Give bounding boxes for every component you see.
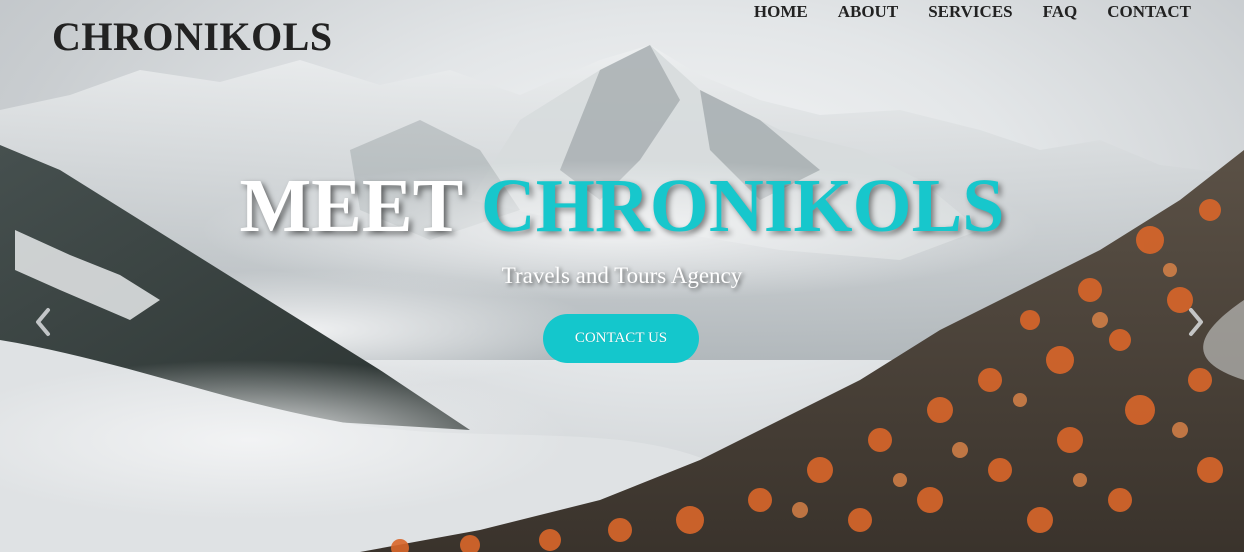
main-nav: HOME ABOUT SERVICES FAQ CONTACT	[754, 2, 1191, 22]
carousel-prev-button[interactable]	[28, 300, 58, 344]
nav-contact-link[interactable]: CONTACT	[1107, 2, 1191, 22]
nav-faq-link[interactable]: FAQ	[1043, 2, 1078, 22]
headline-brand: CHRONIKOLS	[480, 164, 1005, 248]
contact-us-button[interactable]: CONTACT US	[543, 314, 699, 363]
nav-home-link[interactable]: HOME	[754, 2, 808, 22]
hero-carousel: CHRONIKOLS HOME ABOUT SERVICES FAQ CONTA…	[0, 0, 1244, 552]
hero-headline: MEET CHRONIKOLS	[0, 165, 1244, 247]
nav-services-link[interactable]: SERVICES	[928, 2, 1012, 22]
hero-subtitle: Travels and Tours Agency	[501, 263, 743, 288]
brand-logo[interactable]: CHRONIKOLS	[52, 14, 333, 60]
chevron-right-icon	[1189, 308, 1203, 336]
headline-meet: MEET	[239, 164, 462, 248]
carousel-next-button[interactable]	[1181, 300, 1211, 344]
chevron-left-icon	[36, 308, 50, 336]
nav-about-link[interactable]: ABOUT	[838, 2, 898, 22]
